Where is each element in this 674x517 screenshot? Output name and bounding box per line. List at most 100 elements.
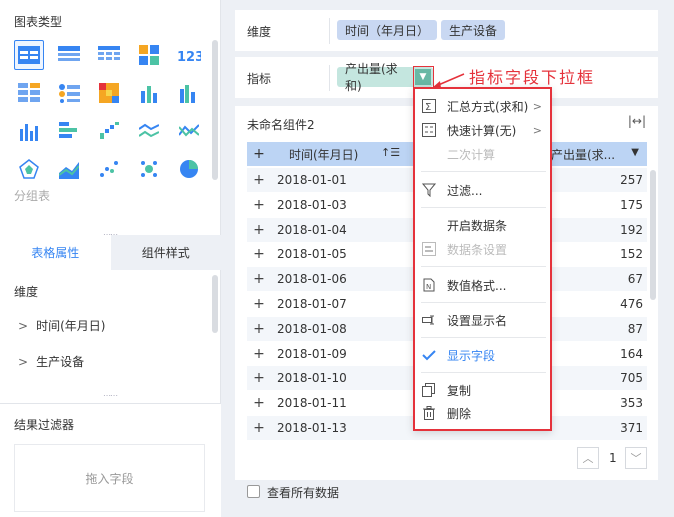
expand-row-icon[interactable]: +: [247, 246, 271, 262]
grouped-bar-chart-icon[interactable]: [174, 78, 204, 108]
menu-item-copy[interactable]: 复制: [415, 379, 550, 401]
expand-row-icon[interactable]: +: [247, 197, 271, 213]
expand-row-icon[interactable]: +: [247, 346, 271, 362]
row-value: 476: [620, 297, 643, 311]
menu-divider: [421, 266, 546, 267]
copy-icon: [422, 383, 436, 397]
number-format-icon: N: [422, 278, 436, 292]
stacked-bar-chart-icon[interactable]: [134, 78, 164, 108]
resize-grip-icon[interactable]: ⋯⋯: [103, 391, 118, 400]
sort-icon[interactable]: ↑☰: [381, 146, 400, 159]
view-all-checkbox[interactable]: [247, 485, 260, 498]
filter-icon: [422, 183, 436, 197]
menu-item-quick-calc[interactable]: 快速计算(无) >: [415, 119, 550, 141]
menu-item-delete[interactable]: 删除: [415, 402, 550, 424]
group-table-chart-icon[interactable]: [14, 40, 44, 70]
trash-icon: [422, 406, 436, 420]
chart-type-name: 分组表: [14, 189, 51, 203]
databar-settings-icon: [422, 242, 436, 256]
menu-item-show-field[interactable]: 显示字段: [415, 344, 550, 366]
expand-row-icon[interactable]: +: [247, 296, 271, 312]
row-date: 2018-01-11: [277, 396, 347, 411]
kpi-number-chart-icon[interactable]: 123: [174, 40, 204, 70]
line-chart-icon[interactable]: [134, 116, 164, 146]
chart-type-title: 图表类型: [14, 15, 63, 29]
dimension-pill-time[interactable]: 时间（年月日）: [337, 20, 438, 40]
row-value: 87: [551, 316, 647, 341]
map-block-chart-icon[interactable]: [134, 40, 164, 70]
row-date: 2018-01-09: [277, 346, 347, 361]
tab-table-properties[interactable]: 表格属性: [0, 235, 111, 270]
field-drop-zone[interactable]: 拖入字段: [14, 444, 205, 512]
expand-width-icon[interactable]: |↔|: [628, 114, 646, 128]
menu-item-number-format[interactable]: N 数值格式...: [415, 274, 550, 296]
expand-row-icon[interactable]: +: [247, 420, 271, 436]
row-date: 2018-01-13: [277, 421, 347, 435]
area-line-chart-icon[interactable]: [174, 116, 204, 146]
page-prev-button[interactable]: ︿: [577, 447, 599, 469]
page-next-button[interactable]: ﹀: [625, 447, 647, 469]
row-value: 371: [551, 416, 647, 440]
view-all-label: 查看所有数据: [267, 486, 340, 500]
detail-table-chart-icon[interactable]: [94, 40, 124, 70]
calculator-icon: [422, 123, 436, 137]
property-tabs: 表格属性 组件样式: [0, 235, 221, 270]
column-chart-icon[interactable]: [14, 116, 44, 146]
page-number: 1: [609, 451, 617, 465]
tab-component-style[interactable]: 组件样式: [110, 235, 221, 270]
waterfall-chart-icon[interactable]: [94, 116, 124, 146]
dimension-item-time[interactable]: > 时间(年月日): [18, 317, 105, 334]
left-panel: 图表类型 123 分组表 表格属性 组件样式 维度 > 时间(年月日) > 生产…: [0, 0, 221, 517]
row-date: 2018-01-10: [277, 371, 347, 386]
row-date: 2018-01-03: [277, 197, 347, 212]
row-value: 152: [620, 247, 643, 262]
dimension-item-label: 时间(年月日): [36, 319, 106, 333]
dimension-pill-device[interactable]: 生产设备: [441, 20, 506, 40]
row-date: 2018-01-04: [277, 222, 347, 237]
chart-type-scrollbar[interactable]: [212, 40, 218, 180]
row-date: 2018-01-08: [277, 321, 347, 336]
cross-table-chart-icon[interactable]: [54, 40, 84, 70]
chevron-right-icon: >: [532, 123, 542, 137]
row-value: 257: [551, 168, 647, 192]
expand-row-icon[interactable]: +: [247, 321, 271, 337]
expand-all-icon[interactable]: +: [247, 146, 271, 162]
checkmark-icon: [422, 348, 436, 362]
menu-item-databar-settings[interactable]: 数据条设置: [415, 238, 550, 260]
row-value: 164: [620, 346, 643, 361]
radar-chart-icon[interactable]: [14, 154, 44, 184]
horizontal-bar-chart-icon[interactable]: [54, 116, 84, 146]
expand-row-icon[interactable]: +: [247, 395, 271, 411]
dimension-item-device[interactable]: > 生产设备: [18, 353, 84, 370]
expand-row-icon[interactable]: +: [247, 222, 271, 238]
menu-item-aggregation[interactable]: Σ 汇总方式(求和) >: [415, 95, 550, 117]
menu-divider: [421, 207, 546, 208]
indicator-card-chart-icon[interactable]: [54, 78, 84, 108]
row-value: 67: [551, 267, 647, 292]
properties-scrollbar[interactable]: [212, 275, 218, 333]
column-dropdown-icon[interactable]: ▼: [631, 147, 639, 158]
column-header-value[interactable]: 产出量(求...: [551, 146, 615, 163]
result-filter-title: 结果过滤器: [14, 418, 75, 432]
dimension-item-label: 生产设备: [36, 355, 85, 369]
annotation-text: 指标字段下拉框: [469, 68, 596, 87]
expand-row-icon[interactable]: +: [247, 370, 271, 386]
number-table-chart-icon[interactable]: [14, 78, 44, 108]
divider: [329, 18, 330, 44]
row-date: 2018-01-01: [277, 173, 347, 187]
expand-row-icon[interactable]: +: [247, 271, 271, 287]
dimension-bar: 维度 时间（年月日） 生产设备: [235, 10, 658, 51]
menu-item-secondary-calc[interactable]: 二次计算: [415, 143, 550, 165]
scatter-chart-icon[interactable]: [94, 154, 124, 184]
menu-item-filter[interactable]: 过滤...: [415, 179, 550, 201]
column-header-date[interactable]: 时间(年月日): [289, 146, 358, 163]
pie-chart-icon[interactable]: [174, 154, 204, 184]
expand-row-icon[interactable]: +: [247, 172, 271, 188]
menu-item-display-name[interactable]: 设置显示名: [415, 309, 550, 331]
menu-item-enable-databar[interactable]: 开启数据条: [415, 214, 550, 236]
divider: [329, 65, 330, 91]
area-chart-icon[interactable]: [54, 154, 84, 184]
bubble-chart-icon[interactable]: [134, 154, 164, 184]
heatmap-chart-icon[interactable]: [94, 78, 124, 108]
table-scrollbar[interactable]: [650, 170, 656, 300]
